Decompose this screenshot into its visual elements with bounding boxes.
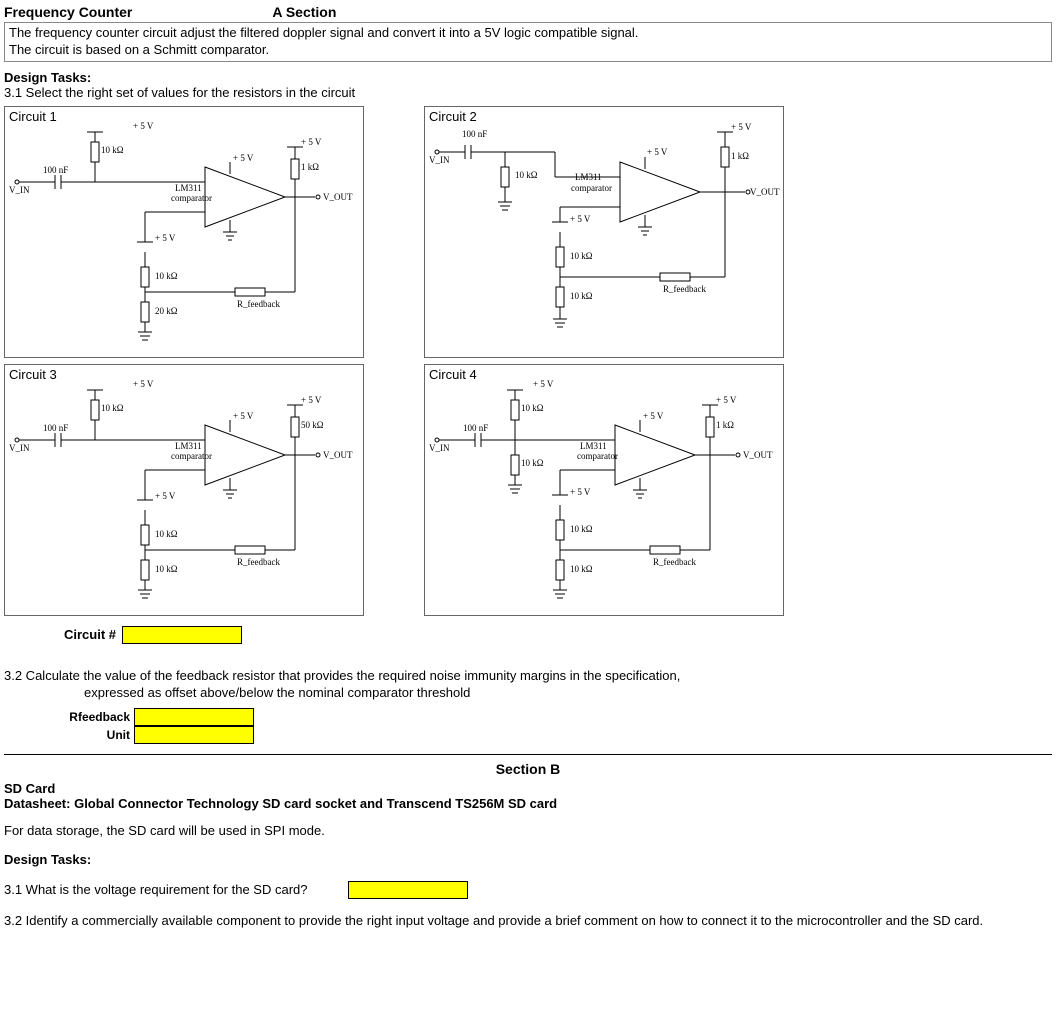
circuit-3-box: Circuit 3	[4, 364, 364, 616]
circuit-3-schematic: V_IN 100 nF 10 kΩ + 5 V LM311 comparator…	[5, 365, 363, 615]
c3-5v-2: + 5 V	[233, 411, 253, 421]
c1-5v-1: + 5 V	[133, 121, 153, 131]
c3-5v-1: + 5 V	[133, 379, 153, 389]
section-b-q31: 3.1 What is the voltage requirement for …	[4, 882, 308, 897]
c3-r4: 10 kΩ	[155, 564, 177, 574]
c4-r3: 10 kΩ	[570, 524, 592, 534]
c4-5v-4: + 5 V	[570, 487, 590, 497]
unit-input[interactable]	[134, 726, 254, 744]
c3-r2: 50 kΩ	[301, 420, 323, 430]
rfeedback-grid: Rfeedback Unit	[64, 708, 1052, 744]
c2-cap: 100 nF	[462, 129, 487, 139]
circuit-1-box: Circuit 1	[4, 106, 364, 358]
c1-r2: 1 kΩ	[301, 162, 319, 172]
c4-5v-3: + 5 V	[716, 395, 736, 405]
c3-5v-3: + 5 V	[301, 395, 321, 405]
c4-r2: 1 kΩ	[716, 420, 734, 430]
rfeedback-label: Rfeedback	[64, 710, 134, 724]
c4-r1: 10 kΩ	[521, 403, 543, 413]
c2-rfb: R_feedback	[663, 284, 706, 294]
c4-rfb: R_feedback	[653, 557, 696, 567]
task-3-1: 3.1 Select the right set of values for t…	[4, 85, 1052, 100]
c2-comp: comparator	[571, 183, 612, 193]
c4-lm: LM311	[580, 441, 607, 451]
datasheet-line: Datasheet: Global Connector Technology S…	[4, 796, 1052, 811]
section-b-q31-row: 3.1 What is the voltage requirement for …	[4, 881, 1052, 899]
c2-5v-3: + 5 V	[570, 214, 590, 224]
c4-vin: V_IN	[429, 443, 450, 453]
c4-comp: comparator	[577, 451, 618, 461]
section-b-tasks-header: Design Tasks:	[4, 852, 1052, 867]
rfeedback-input[interactable]	[134, 708, 254, 726]
circuit-answer-label: Circuit #	[64, 627, 116, 642]
c1-vout: V_OUT	[323, 192, 353, 202]
c3-vout: V_OUT	[323, 450, 353, 460]
c2-vout: V_OUT	[750, 187, 780, 197]
c1-cap: 100 nF	[43, 165, 68, 175]
c4-cap: 100 nF	[463, 423, 488, 433]
unit-label: Unit	[64, 728, 134, 742]
section-b-header: Section B	[4, 761, 1052, 777]
c2-vin: V_IN	[429, 155, 450, 165]
c4-r1b: 10 kΩ	[521, 458, 543, 468]
circuit-2-schematic: V_IN 100 nF 10 kΩ LM311 comparator + 5 V…	[425, 107, 783, 357]
c2-5v-2: + 5 V	[731, 122, 751, 132]
c1-5v-4: + 5 V	[155, 233, 175, 243]
c4-r4: 10 kΩ	[570, 564, 592, 574]
task-3-2-line1: 3.2 Calculate the value of the feedback …	[4, 668, 1052, 685]
circuit-number-input[interactable]	[122, 626, 242, 644]
c3-rfb: R_feedback	[237, 557, 280, 567]
c3-vin: V_IN	[9, 443, 30, 453]
design-tasks-header: Design Tasks:	[4, 70, 1052, 85]
c3-r1: 10 kΩ	[101, 403, 123, 413]
c2-r1: 10 kΩ	[515, 170, 537, 180]
sd-card-title: SD Card	[4, 781, 1052, 796]
intro-line2: The circuit is based on a Schmitt compar…	[9, 42, 1047, 59]
c1-vin: V_IN	[9, 185, 30, 195]
circuit-2-box: Circuit 2	[424, 106, 784, 358]
c4-vout: V_OUT	[743, 450, 773, 460]
c3-lm: LM311	[175, 441, 202, 451]
c2-lm: LM311	[575, 172, 602, 182]
c2-r3: 10 kΩ	[570, 251, 592, 261]
task-3-2: 3.2 Calculate the value of the feedback …	[4, 668, 1052, 702]
c1-r1: 10 kΩ	[101, 145, 123, 155]
intro-box: The frequency counter circuit adjust the…	[4, 22, 1052, 62]
header-row: Frequency Counter A Section	[4, 4, 1052, 20]
c1-5v-2: + 5 V	[233, 153, 253, 163]
circuit-4-schematic: V_IN 100 nF 10 kΩ 10 kΩ + 5 V LM311 comp…	[425, 365, 783, 615]
c1-r4: 20 kΩ	[155, 306, 177, 316]
circuit-answer-row: Circuit #	[64, 626, 1052, 644]
c2-5v-1: + 5 V	[647, 147, 667, 157]
circuit-1-schematic: V_IN 100 nF 10 kΩ + 5 V LM311 comparator…	[5, 107, 363, 357]
page-title: Frequency Counter	[4, 4, 132, 20]
c4-5v-2: + 5 V	[643, 411, 663, 421]
intro-line1: The frequency counter circuit adjust the…	[9, 25, 1047, 42]
section-divider	[4, 754, 1052, 755]
c1-lm: LM311	[175, 183, 202, 193]
section-b-q32: 3.2 Identify a commercially available co…	[4, 913, 1052, 928]
c4-5v-1: + 5 V	[533, 379, 553, 389]
c3-cap: 100 nF	[43, 423, 68, 433]
c1-5v-3: + 5 V	[301, 137, 321, 147]
c1-r3: 10 kΩ	[155, 271, 177, 281]
circuit-grid: Circuit 1	[4, 106, 1052, 616]
c2-r4: 10 kΩ	[570, 291, 592, 301]
circuit-4-box: Circuit 4	[424, 364, 784, 616]
c3-5v-4: + 5 V	[155, 491, 175, 501]
c1-rfb: R_feedback	[237, 299, 280, 309]
c1-comp: comparator	[171, 193, 212, 203]
c2-r2: 1 kΩ	[731, 151, 749, 161]
circuit-2-svg	[425, 107, 785, 357]
section-a-label: A Section	[272, 4, 336, 20]
section-b-intro: For data storage, the SD card will be us…	[4, 823, 1052, 838]
c3-comp: comparator	[171, 451, 212, 461]
task-3-2-line2: expressed as offset above/below the nomi…	[4, 685, 1052, 702]
sd-voltage-input[interactable]	[348, 881, 468, 899]
c3-r3: 10 kΩ	[155, 529, 177, 539]
